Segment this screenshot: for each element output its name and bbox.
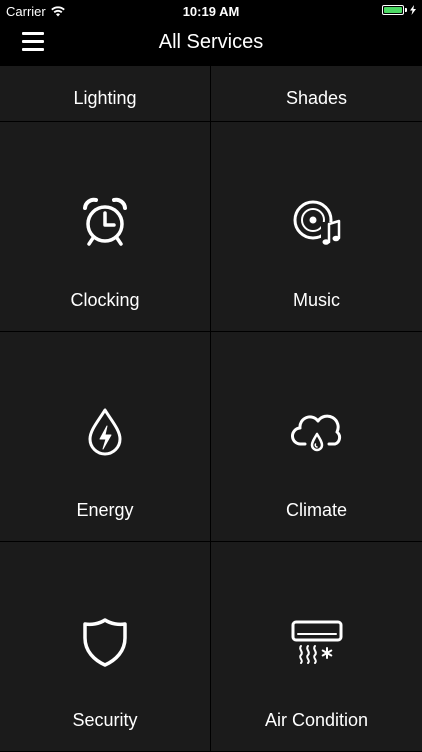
service-tile-security[interactable]: Security — [0, 542, 211, 752]
service-label: Air Condition — [264, 710, 369, 730]
battery-fill — [384, 7, 402, 13]
alarm-clock-icon — [79, 196, 131, 248]
battery-tip — [405, 8, 407, 12]
service-label: Shades — [285, 88, 348, 108]
shield-icon — [79, 616, 131, 668]
service-tile-music[interactable]: Music — [211, 122, 422, 332]
service-label: Clocking — [70, 290, 140, 310]
status-time: 10:19 AM — [182, 4, 240, 19]
battery-icon — [382, 5, 404, 15]
service-label: Security — [72, 710, 138, 730]
service-label: Music — [292, 290, 340, 310]
cloud-rain-icon — [290, 406, 343, 458]
service-tile-shades[interactable]: Shades — [211, 66, 422, 122]
service-tile-air-condition[interactable]: Air Condition — [211, 542, 422, 752]
service-label: Energy — [76, 500, 134, 520]
energy-drop-icon — [79, 406, 131, 458]
service-tile-lighting[interactable]: Lighting — [0, 66, 211, 122]
charging-bolt-icon — [410, 5, 416, 15]
music-disc-icon — [291, 196, 343, 248]
service-label: Climate — [285, 500, 347, 520]
service-tile-clocking[interactable]: Clocking — [0, 122, 211, 332]
service-label: Lighting — [73, 88, 137, 108]
battery-indicator — [382, 5, 416, 15]
air-conditioner-icon — [291, 616, 343, 668]
page-title: All Services — [158, 31, 264, 53]
service-tile-energy[interactable]: Energy — [0, 332, 211, 542]
navigation-bar: All Services — [0, 22, 422, 66]
status-bar: Carrier 10:19 AM — [0, 0, 422, 22]
service-tile-climate[interactable]: Climate — [211, 332, 422, 542]
services-grid: Lighting Shades Clocking Music Energy Cl… — [0, 66, 422, 752]
